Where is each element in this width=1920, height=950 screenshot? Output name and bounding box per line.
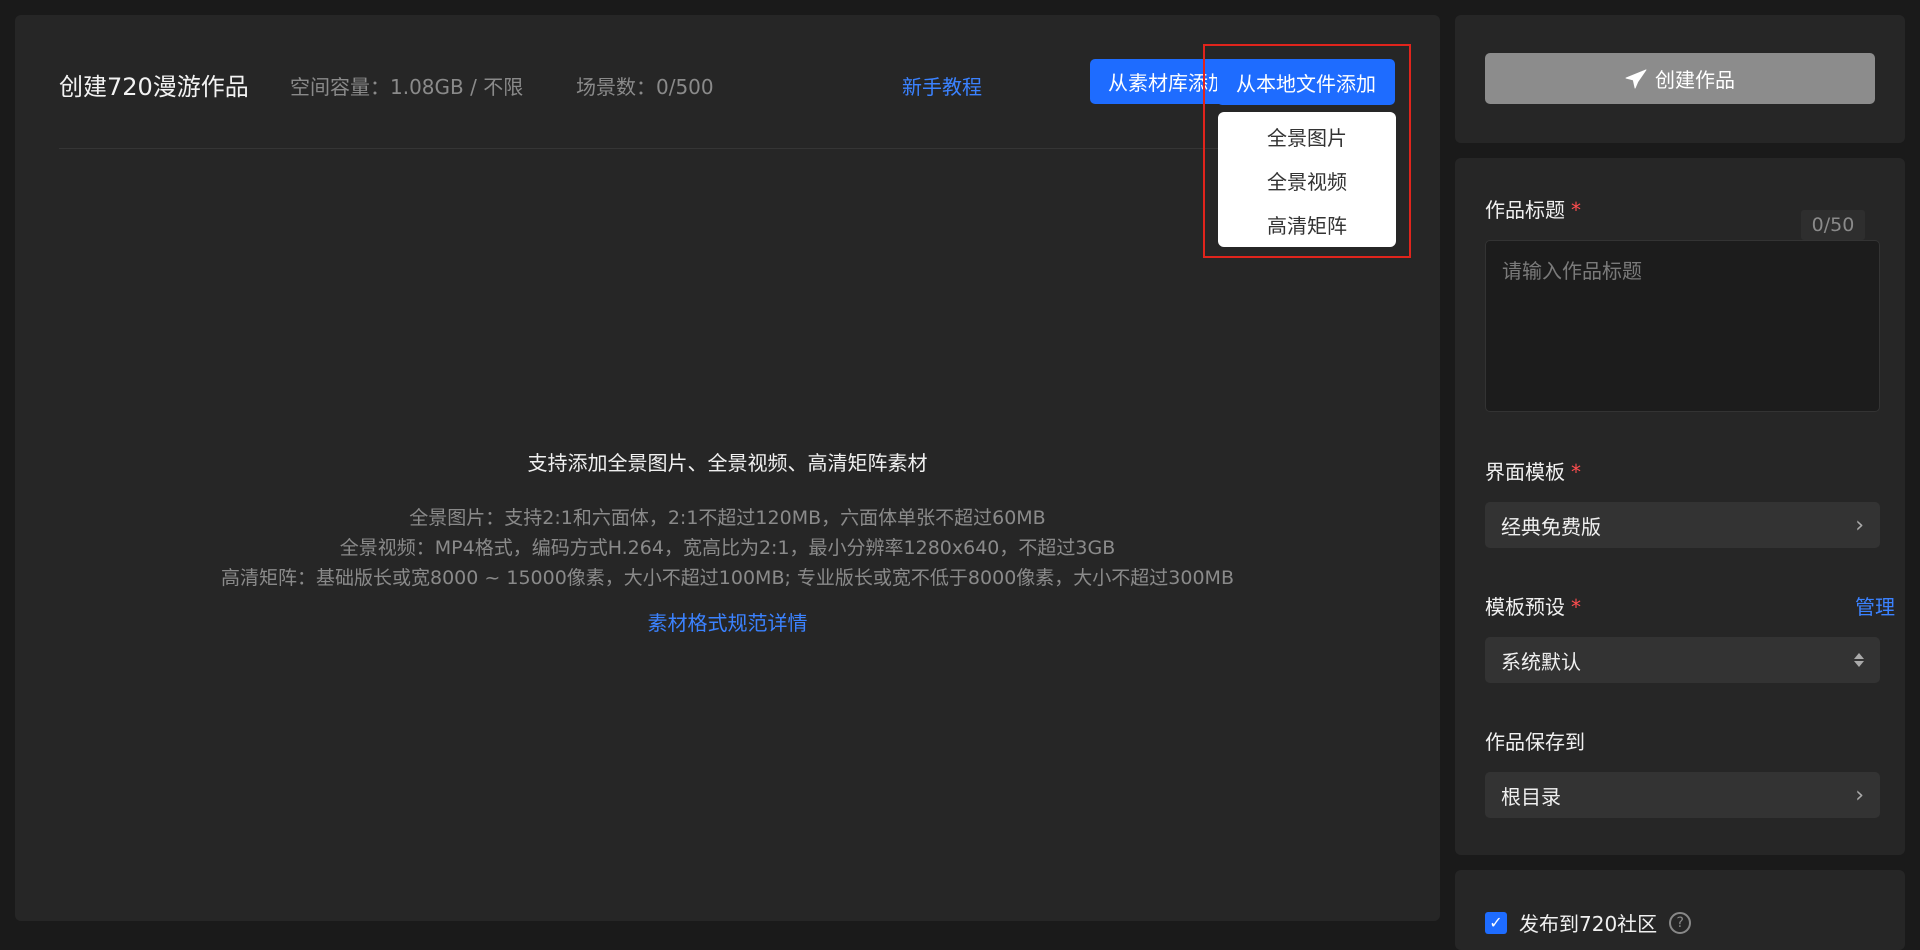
add-from-local-button[interactable]: 从本地文件添加 [1217,59,1395,105]
sort-arrows-icon [1854,653,1864,667]
template-value: 经典免费版 [1501,514,1601,539]
template-label: 界面模板 * [1485,454,1581,490]
title-input[interactable] [1485,240,1880,412]
empty-state: 支持添加全景图片、全景视频、高清矩阵素材 全景图片：支持2:1和六面体，2:1不… [15,445,1440,641]
title-label: 作品标题 * [1485,192,1581,228]
help-icon[interactable]: ? [1669,911,1692,934]
dropdown-item-panorama-video[interactable]: 全景视频 [1218,160,1396,204]
preset-value: 系统默认 [1501,649,1581,674]
preset-label: 模板预设 * [1485,589,1581,625]
storage-info: 空间容量：1.08GB / 不限 [290,75,524,99]
save-to-select[interactable]: 根目录 › [1485,772,1880,818]
chevron-right-icon: › [1855,512,1864,538]
format-details-link[interactable]: 素材格式规范详情 [648,605,808,641]
template-select[interactable]: 经典免费版 › [1485,502,1880,548]
required-mark: * [1571,595,1581,619]
template-label-text: 界面模板 [1485,460,1565,484]
local-add-dropdown: 全景图片 全景视频 高清矩阵 [1218,112,1396,247]
dropdown-item-hd-matrix[interactable]: 高清矩阵 [1218,204,1396,248]
settings-form: 作品标题* 界面模板* 经典免费版 › 模板预设* 管理 系统默认 作品保存到 … [1455,158,1905,855]
tutorial-link[interactable]: 新手教程 [902,67,982,107]
publish-panel: ✓ 发布到720社区 ? [1455,870,1905,950]
required-mark: * [1571,460,1581,484]
save-to-label: 作品保存到 [1485,730,1585,754]
save-to-value: 根目录 [1501,784,1561,809]
create-panel: 创建作品 [1455,15,1905,143]
paper-plane-icon [1625,68,1647,89]
title-label-text: 作品标题 [1485,198,1565,222]
chevron-right-icon: › [1855,782,1864,808]
page-title: 创建720漫游作品 [59,73,249,101]
scene-count: 场景数：0/500 [576,75,714,99]
publish-row: ✓ 发布到720社区 ? [1485,908,1692,937]
format-rule-matrix: 高清矩阵：基础版长或宽8000 ~ 15000像素，大小不超过100MB; 专业… [221,567,1234,589]
title-char-count: 0/50 [1801,210,1865,240]
publish-label: 发布到720社区 [1519,912,1658,936]
required-mark: * [1571,198,1581,222]
format-rule-image: 全景图片：支持2:1和六面体，2:1不超过120MB，六面体单张不超过60MB [409,507,1046,529]
publish-checkbox[interactable]: ✓ [1485,911,1507,934]
create-work-button[interactable]: 创建作品 [1485,53,1875,104]
preset-select[interactable]: 系统默认 [1485,637,1880,683]
preset-label-text: 模板预设 [1485,595,1565,619]
create-work-label: 创建作品 [1655,68,1735,92]
dropdown-item-panorama-image[interactable]: 全景图片 [1218,116,1396,160]
preset-manage-link[interactable]: 管理 [1855,589,1895,625]
format-rule-video: 全景视频：MP4格式，编码方式H.264，宽高比为2:1，最小分辨率1280x6… [339,537,1116,559]
main-header: 创建720漫游作品 空间容量：1.08GB / 不限 场景数：0/500 新手教… [59,15,1396,149]
empty-state-title: 支持添加全景图片、全景视频、高清矩阵素材 [527,451,928,475]
